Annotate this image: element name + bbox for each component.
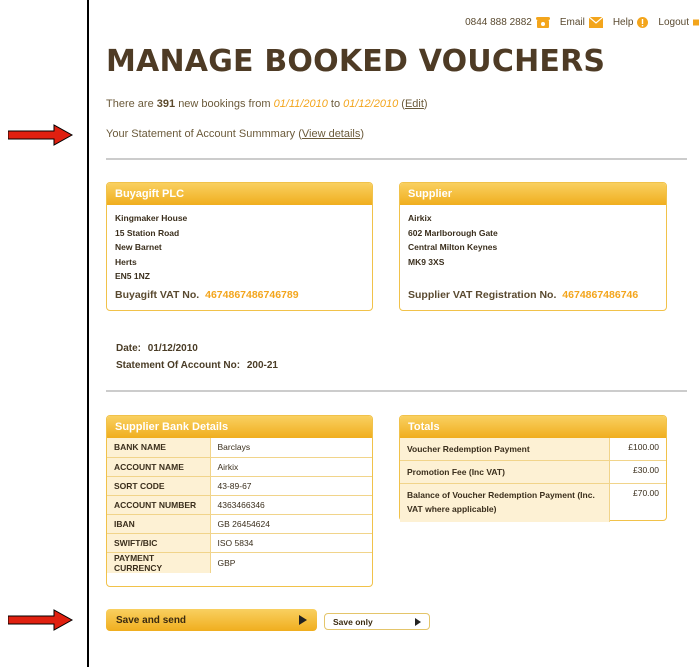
save-only-label: Save only [333, 616, 373, 627]
address-line: EN5 1NZ [115, 271, 150, 281]
logout-label: Logout [658, 16, 689, 28]
save-and-send-label: Save and send [116, 614, 187, 626]
bank-value: 4363466346 [210, 495, 372, 515]
totals-title: Totals [400, 416, 666, 438]
to-date: 01/12/2010 [343, 98, 399, 110]
phone-item: 0844 888 2882 [465, 16, 550, 28]
page-title: MANAGE BOOKED VOUCHERS [106, 44, 606, 79]
voucher-page: 0844 888 2882 Email Help Logout MANAGE B… [87, 0, 699, 667]
supplier-title: Supplier [400, 183, 666, 205]
supplier-panel: Supplier Airkix 602 Marlborough Gate Cen… [399, 182, 667, 311]
address-line: MK9 3XS [408, 256, 445, 267]
soa-value: 200-21 [246, 360, 278, 371]
bank-key: ACCOUNT NAME [107, 457, 211, 477]
address-line: Airkix [408, 213, 432, 223]
table-row: BANK NAME Barclays [107, 438, 372, 458]
red-arrow-icon [8, 124, 74, 146]
date-label: Date: [116, 343, 142, 354]
bank-key: SWIFT/BIC [107, 533, 211, 553]
from-date: 01/11/2010 [273, 98, 328, 110]
buyagift-vat: Buyagift VAT No. 4674867486746789 [115, 289, 299, 301]
totals-value: £70.00 [633, 488, 659, 498]
address-line: New Barnet [115, 242, 162, 252]
table-row: IBAN GB 26454624 [107, 514, 372, 534]
buyagift-panel: Buyagift PLC Kingmaker House 15 Station … [106, 182, 373, 311]
table-row: SWIFT/BIC ISO 5834 [107, 533, 372, 553]
phone-number: 0844 888 2882 [465, 16, 532, 28]
totals-value: £30.00 [609, 460, 666, 484]
table-row: ACCOUNT NUMBER 4363466346 [107, 495, 372, 515]
save-only-button[interactable]: Save only [324, 613, 430, 630]
table-row: Balance of Voucher Redemption Payment (I… [400, 483, 666, 522]
bank-value: GB 26454624 [210, 514, 372, 534]
bank-details-panel: Supplier Bank Details BANK NAME Barclays … [106, 415, 373, 587]
totals-key: Voucher Redemption Payment [400, 438, 610, 461]
divider [106, 158, 687, 160]
play-arrow-icon [299, 615, 307, 625]
table-row: Voucher Redemption Payment £100.00 [400, 438, 666, 461]
totals-value: £100.00 [609, 438, 666, 461]
statement-summary: Your Statement of Account Summmary (View… [106, 128, 365, 140]
vat-label: Supplier VAT Registration No. [408, 289, 557, 301]
totals-panel: Totals Voucher Redemption Payment £100.00… [399, 415, 667, 522]
date-value: 01/12/2010 [147, 343, 198, 354]
phone-icon [535, 16, 550, 28]
red-arrow-icon [8, 609, 74, 631]
logout-link[interactable]: Logout [658, 17, 699, 28]
bank-key: BANK NAME [107, 438, 211, 458]
totals-key: Balance of Voucher Redemption Payment (I… [400, 483, 610, 522]
bank-value: ISO 5834 [210, 533, 372, 553]
summary-middle: new bookings from [178, 98, 271, 110]
table-row: PAYMENT CURRENCY GBP [107, 552, 372, 573]
bank-key: IBAN [107, 514, 211, 534]
statement-info: Date: 01/12/2010 Statement Of Account No… [116, 340, 278, 374]
table-row: Promotion Fee (Inc VAT) £30.00 [400, 460, 666, 484]
bank-value: 43-89-67 [210, 476, 372, 496]
table-row: SORT CODE 43-89-67 [107, 476, 372, 496]
totals-table: Voucher Redemption Payment £100.00 Promot… [400, 438, 666, 522]
summary-prefix: There are [106, 98, 154, 110]
view-details-link[interactable]: View details [302, 128, 361, 140]
divider [106, 390, 687, 392]
summary-to: to [330, 98, 341, 110]
buyagift-title: Buyagift PLC [107, 183, 372, 205]
bank-value: GBP [217, 557, 236, 568]
vat-label: Buyagift VAT No. [115, 289, 200, 301]
edit-link[interactable]: Edit [405, 98, 424, 110]
table-row: ACCOUNT NAME Airkix [107, 457, 372, 477]
email-icon [588, 16, 603, 28]
bank-key: ACCOUNT NUMBER [107, 495, 211, 515]
top-navigation: 0844 888 2882 Email Help Logout [465, 15, 699, 29]
info-icon [637, 16, 649, 28]
bank-key: SORT CODE [107, 476, 211, 496]
buyagift-address: Kingmaker House 15 Station Road New Barn… [107, 205, 372, 284]
help-label: Help [612, 16, 634, 28]
bookings-summary: There are 391 new bookings from 01/11/20… [106, 98, 428, 110]
bank-value: Airkix [210, 457, 372, 477]
totals-key: Promotion Fee (Inc VAT) [400, 460, 610, 484]
supplier-vat: Supplier VAT Registration No. 4674867486… [408, 289, 638, 301]
bank-details-title: Supplier Bank Details [107, 416, 372, 438]
vat-number: 4674867486746 [562, 289, 639, 301]
email-link[interactable]: Email [559, 16, 603, 28]
soa-label: Statement Of Account No: [116, 360, 241, 371]
bank-details-table: BANK NAME Barclays ACCOUNT NAME Airkix SOR… [107, 438, 372, 573]
save-and-send-button[interactable]: Save and send [106, 609, 317, 631]
email-label: Email [559, 16, 585, 28]
bookings-count: 391 [156, 98, 176, 110]
close-icon [693, 19, 699, 25]
supplier-address: Airkix 602 Marlborough Gate Central Milt… [400, 205, 666, 269]
address-line: Herts [115, 256, 137, 267]
address-line: 15 Station Road [115, 227, 180, 238]
vat-number: 4674867486746789 [205, 289, 299, 301]
address-line: Kingmaker House [115, 213, 188, 223]
bank-value: Barclays [210, 438, 372, 458]
address-line: 602 Marlborough Gate [408, 227, 498, 238]
bank-key: PAYMENT CURRENCY [107, 552, 211, 573]
help-link[interactable]: Help [612, 16, 649, 28]
statement-text: Your Statement of Account Summmary [106, 128, 296, 140]
address-line: Central Milton Keynes [408, 242, 498, 252]
play-arrow-icon [415, 617, 421, 626]
